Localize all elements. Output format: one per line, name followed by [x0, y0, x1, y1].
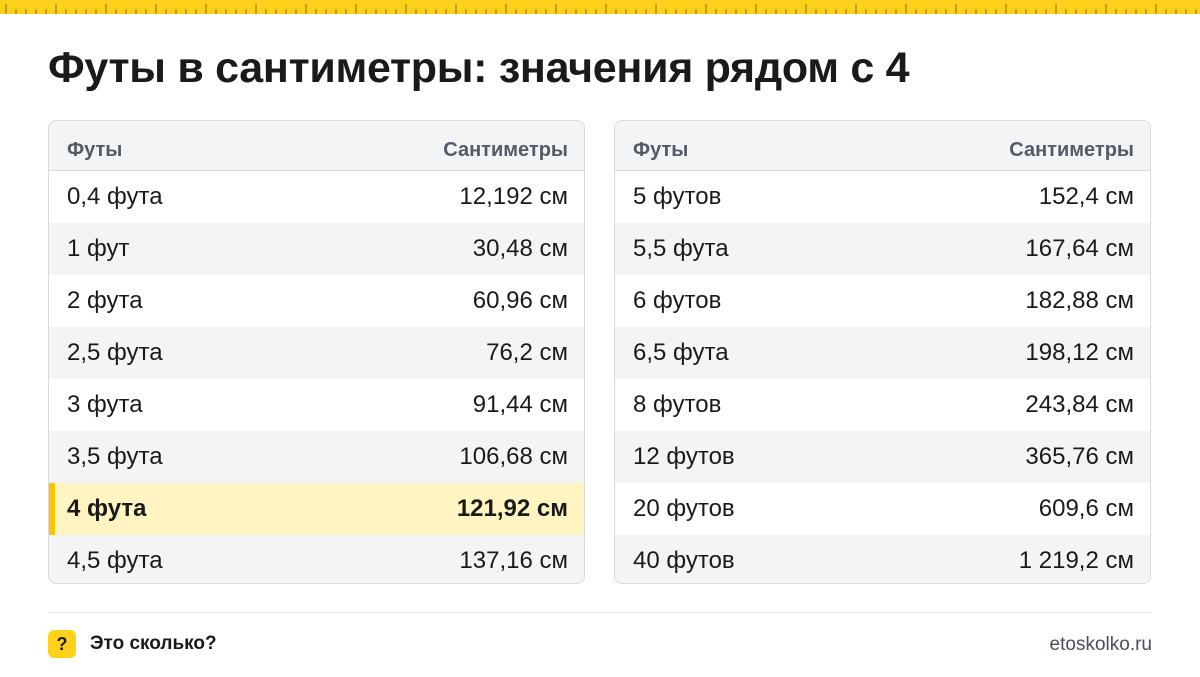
cell-feet: 8 футов [633, 391, 722, 418]
header-feet: Футы [67, 139, 123, 161]
ruler-ticks [5, 4, 1197, 14]
table-row: 1 фут 30,48 см [49, 223, 584, 275]
cell-feet: 20 футов [633, 495, 735, 522]
cell-cm: 137,16 см [459, 547, 568, 574]
cell-cm: 1 219,2 см [1018, 547, 1134, 574]
table-header: Футы Сантиметры [615, 121, 1150, 171]
conversion-table-right: Футы Сантиметры 5 футов 152,4 см 5,5 фут… [614, 120, 1151, 584]
cell-feet: 40 футов [633, 547, 735, 574]
cell-feet: 6,5 фута [633, 339, 729, 366]
cell-cm: 198,12 см [1025, 339, 1134, 366]
table-row: 0,4 фута 12,192 см [49, 171, 584, 223]
site-domain: etoskolko.ru [1049, 634, 1152, 655]
cell-cm: 609,6 см [1038, 495, 1134, 522]
cell-feet: 0,4 фута [67, 183, 163, 210]
cell-feet: 2,5 фута [67, 339, 163, 366]
cell-feet: 4 фута [67, 495, 147, 522]
cell-feet: 12 футов [633, 443, 735, 470]
conversion-table-left: Футы Сантиметры 0,4 фута 12,192 см 1 фут… [48, 120, 585, 584]
header-cm: Сантиметры [443, 139, 568, 161]
cell-cm: 365,76 см [1025, 443, 1134, 470]
table-header: Футы Сантиметры [49, 121, 584, 171]
table-row: 5,5 фута 167,64 см [615, 223, 1150, 275]
cell-cm: 76,2 см [486, 339, 568, 366]
cell-feet: 5 футов [633, 183, 722, 210]
table-row: 3,5 фута 106,68 см [49, 431, 584, 483]
cell-cm: 91,44 см [472, 391, 568, 418]
table-row: 6,5 фута 198,12 см [615, 327, 1150, 379]
table-row: 20 футов 609,6 см [615, 483, 1150, 535]
brand-logo: ? Это сколько? [48, 630, 217, 658]
cell-feet: 6 футов [633, 287, 722, 314]
cell-feet: 2 фута [67, 287, 143, 314]
table-row: 4,5 фута 137,16 см [49, 535, 584, 583]
cell-feet: 3 фута [67, 391, 143, 418]
page-title: Футы в сантиметры: значения рядом с 4 [48, 44, 910, 92]
question-mark-icon: ? [48, 630, 76, 658]
cell-cm: 182,88 см [1025, 287, 1134, 314]
cell-cm: 243,84 см [1025, 391, 1134, 418]
table-row: 8 футов 243,84 см [615, 379, 1150, 431]
table-row: 6 футов 182,88 см [615, 275, 1150, 327]
cell-cm: 152,4 см [1038, 183, 1134, 210]
table-row: 40 футов 1 219,2 см [615, 535, 1150, 583]
cell-cm: 60,96 см [472, 287, 568, 314]
table-row-highlighted: 4 фута 121,92 см [49, 483, 584, 535]
cell-feet: 5,5 фута [633, 235, 729, 262]
table-row: 5 футов 152,4 см [615, 171, 1150, 223]
footer-divider [48, 612, 1152, 613]
cell-feet: 4,5 фута [67, 547, 163, 574]
cell-cm: 121,92 см [456, 495, 568, 522]
cell-cm: 106,68 см [459, 443, 568, 470]
table-row: 12 футов 365,76 см [615, 431, 1150, 483]
cell-cm: 30,48 см [472, 235, 568, 262]
cell-feet: 3,5 фута [67, 443, 163, 470]
header-feet: Футы [633, 139, 689, 161]
table-row: 2,5 фута 76,2 см [49, 327, 584, 379]
ruler-decoration [0, 0, 1200, 14]
header-cm: Сантиметры [1009, 139, 1134, 161]
table-row: 2 фута 60,96 см [49, 275, 584, 327]
table-row: 3 фута 91,44 см [49, 379, 584, 431]
cell-feet: 1 фут [67, 235, 130, 262]
cell-cm: 12,192 см [459, 183, 568, 210]
brand-name: Это сколько? [90, 633, 217, 654]
cell-cm: 167,64 см [1025, 235, 1134, 262]
